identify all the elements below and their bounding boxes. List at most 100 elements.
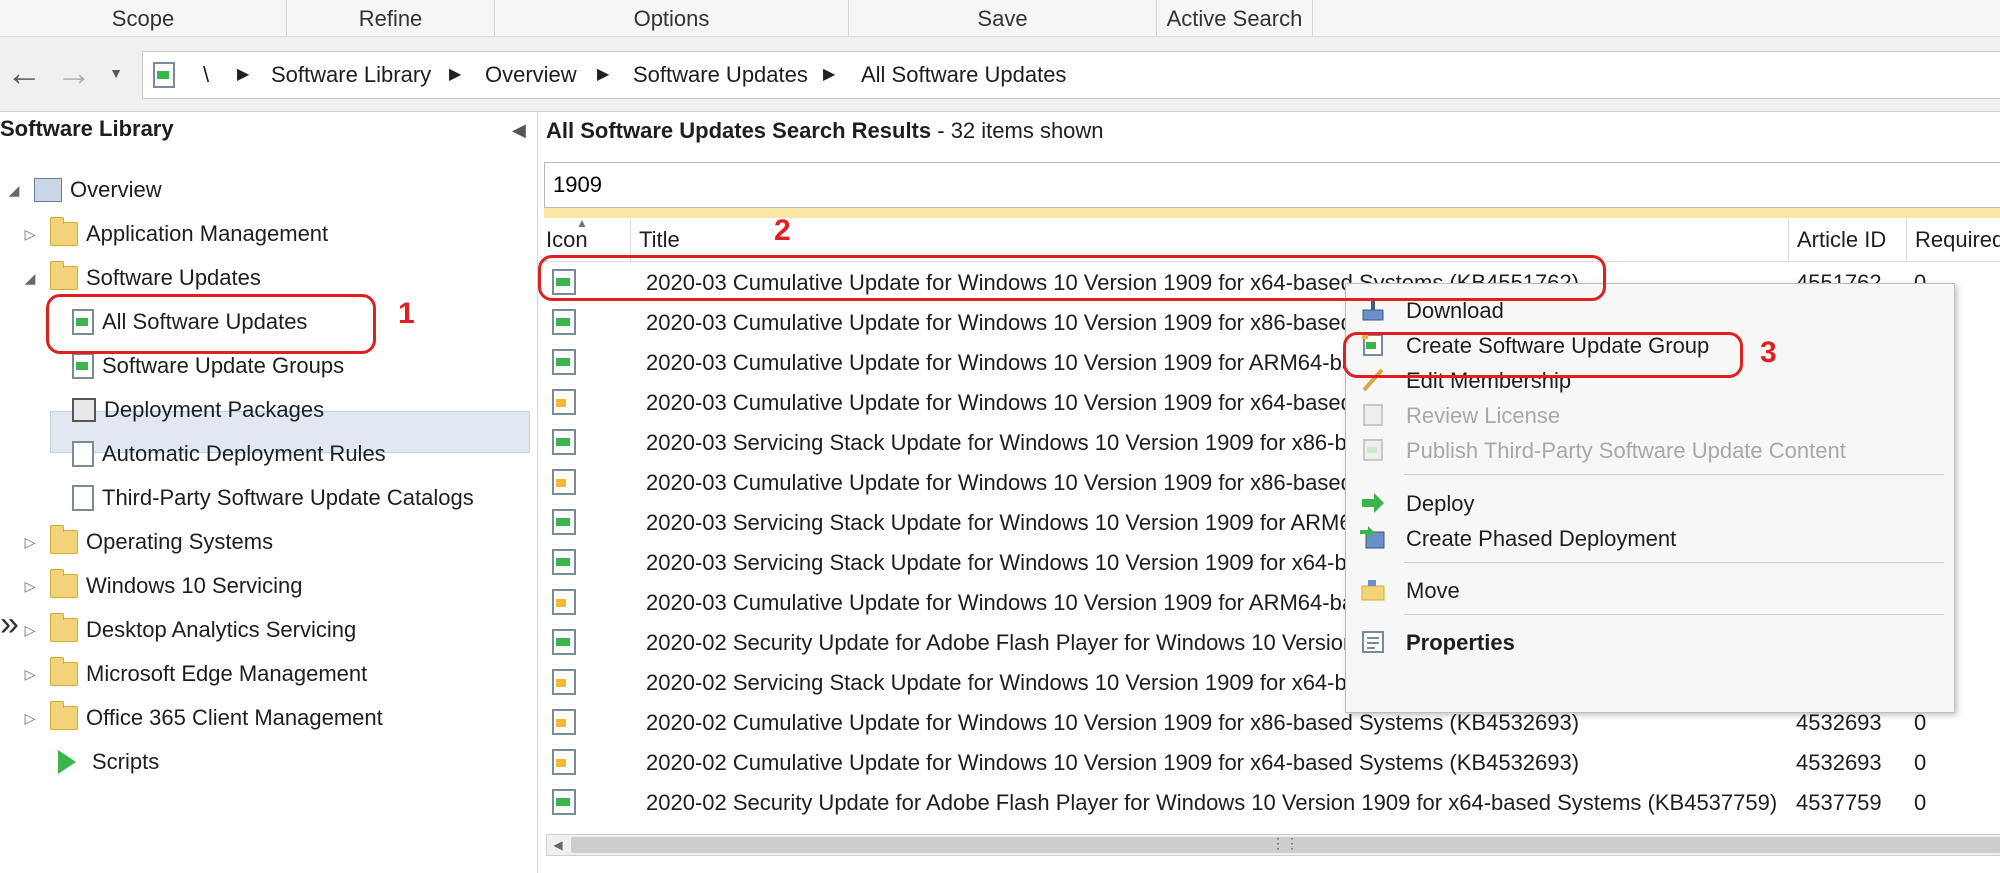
menu-separator — [1404, 614, 1944, 615]
back-arrow-icon[interactable]: ← — [4, 53, 44, 93]
menu-item-label: Move — [1406, 578, 1460, 603]
breadcrumb-separator-icon: ▶ — [237, 66, 250, 83]
table-row[interactable]: 2020-02 Security Update for Adobe Flash … — [538, 782, 2000, 822]
menu-item-deploy[interactable]: Deploy — [1346, 483, 1954, 523]
tree-item-application-management[interactable]: ▷ Application Management — [20, 214, 328, 254]
grip-icon: ⋮⋮ — [1271, 835, 1299, 851]
tree-item-deployment-packages[interactable]: Deployment Packages — [72, 390, 324, 430]
navigation-pane: Software Library ◀ ◢ Overview ▷ Applicat… — [0, 112, 538, 873]
ribbon-group-active-search[interactable]: Active Search — [1157, 0, 1313, 37]
ribbon-group-scope[interactable]: Scope — [0, 0, 287, 37]
menu-separator — [1404, 474, 1944, 475]
breadcrumb-root[interactable]: \ — [203, 62, 209, 88]
collapsed-arrow-icon[interactable]: ▷ — [20, 710, 40, 727]
software-update-icon — [552, 309, 576, 335]
collapsed-arrow-icon[interactable]: ▷ — [20, 666, 40, 683]
expanded-arrow-icon[interactable]: ◢ — [4, 182, 24, 199]
tree-item-label: Office 365 Client Management — [86, 705, 383, 730]
collapsed-arrow-icon[interactable]: ▷ — [20, 622, 40, 639]
expanded-arrow-icon[interactable]: ◢ — [20, 270, 40, 287]
collapse-pane-icon[interactable]: ◀ — [512, 120, 526, 141]
breadcrumb-overview[interactable]: Overview — [485, 62, 577, 88]
search-input[interactable] — [544, 162, 2000, 208]
row-title: 2020-03 Cumulative Update for Windows 10… — [646, 590, 1355, 615]
publish-icon — [1360, 438, 1386, 462]
download-icon — [1360, 298, 1386, 322]
tree-item-scripts[interactable]: Scripts — [58, 742, 159, 782]
breadcrumb-software-updates[interactable]: Software Updates — [633, 62, 808, 88]
row-title: 2020-03 Cumulative Update for Windows 10… — [646, 310, 1353, 335]
license-icon — [1360, 403, 1386, 427]
folder-icon — [50, 657, 78, 686]
menu-item-label: Create Phased Deployment — [1406, 526, 1677, 551]
tree-item-label: Windows 10 Servicing — [86, 573, 303, 598]
row-title: 2020-03 Servicing Stack Update for Windo… — [646, 550, 1359, 575]
menu-item-label: Properties — [1406, 630, 1515, 655]
menu-item-properties[interactable]: Properties — [1346, 622, 1954, 662]
tree-item-windows-10-servicing[interactable]: ▷ Windows 10 Servicing — [20, 566, 302, 606]
row-title: 2020-03 Servicing Stack Update for Windo… — [646, 430, 1359, 455]
row-title: 2020-03 Servicing Stack Update for Windo… — [646, 510, 1364, 535]
breadcrumb-software-library[interactable]: Software Library — [271, 62, 431, 88]
collapsed-arrow-icon[interactable]: ▷ — [20, 578, 40, 595]
tree-item-label: Overview — [70, 177, 162, 202]
move-folder-icon — [1360, 578, 1386, 602]
rule-icon — [72, 441, 94, 467]
column-header-required[interactable]: Required — [1906, 218, 2000, 262]
column-header-article-id[interactable]: Article ID — [1788, 218, 1906, 262]
tree-item-software-updates[interactable]: ◢ Software Updates — [20, 258, 261, 298]
table-row[interactable]: 2020-02 Cumulative Update for Windows 10… — [538, 742, 2000, 782]
folder-icon — [50, 525, 78, 554]
menu-separator — [1404, 562, 1944, 563]
menu-item-create-phased-deployment[interactable]: Create Phased Deployment — [1346, 518, 1954, 558]
folder-icon — [50, 701, 78, 730]
properties-icon — [1360, 630, 1386, 654]
ribbon-group-save[interactable]: Save — [849, 0, 1157, 37]
tree-item-operating-systems[interactable]: ▷ Operating Systems — [20, 522, 273, 562]
tree-item-label: Application Management — [86, 221, 329, 246]
software-update-icon — [552, 709, 576, 735]
tree-item-label: Desktop Analytics Servicing — [86, 617, 357, 642]
scrollbar-thumb[interactable]: ⋮⋮ — [571, 835, 2000, 853]
annotation-box-3 — [1343, 332, 1743, 378]
menu-item-label: Publish Third-Party Software Update Cont… — [1406, 438, 1846, 463]
tree-item-office-365-client-management[interactable]: ▷ Office 365 Client Management — [20, 698, 383, 738]
software-update-icon — [552, 429, 576, 455]
ribbon-group-options[interactable]: Options — [495, 0, 849, 37]
folder-icon — [50, 569, 78, 598]
breadcrumb-separator-icon: ▶ — [823, 66, 836, 83]
history-dropdown-icon[interactable]: ▼ — [104, 53, 128, 93]
package-icon — [72, 398, 96, 422]
row-required: 0 — [1914, 710, 1927, 735]
forward-arrow-icon[interactable]: → — [54, 53, 94, 93]
horizontal-scrollbar[interactable]: ◀ ⋮⋮ — [546, 834, 2000, 856]
tree-item-label: Microsoft Edge Management — [86, 661, 368, 686]
menu-item-move[interactable]: Move — [1346, 570, 1954, 610]
collapsed-arrow-icon[interactable]: ▷ — [20, 226, 40, 243]
tree-item-automatic-deployment-rules[interactable]: Automatic Deployment Rules — [72, 434, 386, 474]
ribbon-group-refine[interactable]: Refine — [287, 0, 495, 37]
software-update-icon — [552, 749, 576, 775]
menu-item-publish-third-party[interactable]: Publish Third-Party Software Update Cont… — [1346, 430, 1954, 470]
menu-item-review-license[interactable]: Review License — [1346, 395, 1954, 435]
software-update-icon — [552, 389, 576, 415]
tree-item-overview[interactable]: ◢ Overview — [4, 170, 162, 210]
tree-item-label: Deployment Packages — [104, 397, 325, 422]
row-title: 2020-02 Servicing Stack Update for Windo… — [646, 670, 1359, 695]
software-update-icon — [552, 669, 576, 695]
tree-item-label: Third-Party Software Update Catalogs — [102, 485, 474, 510]
breadcrumb-separator-icon: ▶ — [597, 66, 610, 83]
expand-pane-icon[interactable]: » — [0, 605, 19, 644]
breadcrumb-all-software-updates[interactable]: All Software Updates — [861, 62, 1066, 88]
tree-item-third-party-catalogs[interactable]: Third-Party Software Update Catalogs — [72, 478, 474, 518]
scroll-left-icon[interactable]: ◀ — [547, 835, 569, 855]
annotation-box-2 — [538, 255, 1606, 301]
tree-item-desktop-analytics-servicing[interactable]: ▷ Desktop Analytics Servicing — [20, 610, 356, 650]
tree-item-label: Automatic Deployment Rules — [102, 441, 386, 466]
update-group-icon — [72, 353, 94, 379]
row-title: 2020-03 Cumulative Update for Windows 10… — [646, 470, 1353, 495]
breadcrumb[interactable]: \ ▶ Software Library ▶ Overview ▶ Softwa… — [142, 51, 2000, 99]
tree-item-microsoft-edge-management[interactable]: ▷ Microsoft Edge Management — [20, 654, 367, 694]
software-update-icon — [552, 549, 576, 575]
collapsed-arrow-icon[interactable]: ▷ — [20, 534, 40, 551]
